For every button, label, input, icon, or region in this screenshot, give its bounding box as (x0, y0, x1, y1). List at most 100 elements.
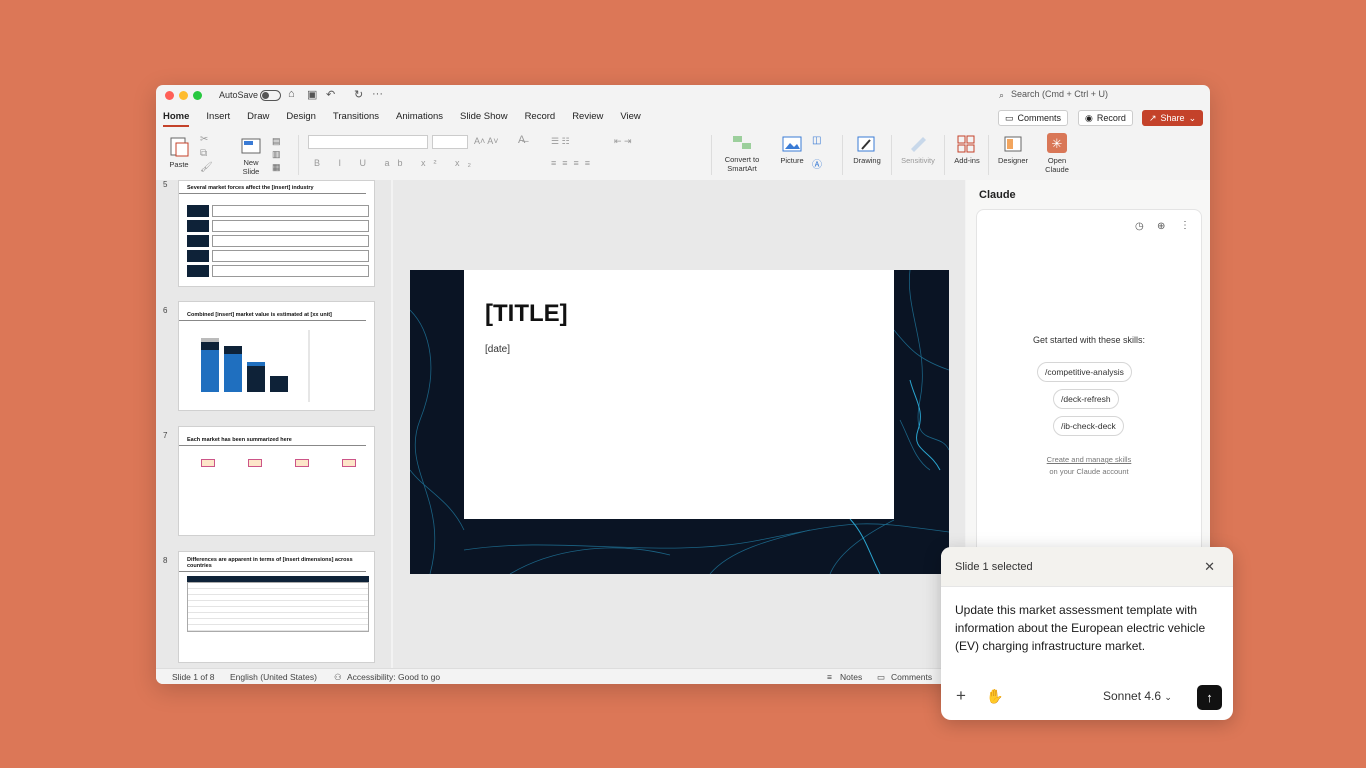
slide-title[interactable]: [TITLE] (485, 300, 568, 328)
designer-button[interactable]: Designer (996, 135, 1030, 165)
tab-design[interactable]: Design (286, 111, 316, 127)
ribbon: Paste ✂ ⧉ 🖌 New Slide ▤ ▥ ▦ A˄ A˅ A̶ B I… (156, 130, 1210, 180)
prompt-input[interactable]: Update this market assessment template w… (955, 601, 1223, 655)
send-button[interactable]: ↑ (1197, 685, 1222, 710)
skill-deck-refresh[interactable]: /deck-refresh (1053, 389, 1119, 409)
redo-icon[interactable]: ↻ (354, 88, 363, 101)
tab-review[interactable]: Review (572, 111, 603, 127)
align-icons[interactable]: ≡≡≡≡ (551, 158, 596, 168)
addins-button[interactable]: Add-ins (951, 135, 983, 165)
notes-button[interactable]: Notes (840, 672, 862, 682)
font-family-select[interactable] (308, 135, 428, 149)
hand-icon[interactable]: ✋ (986, 688, 1003, 705)
history-icon[interactable]: ◷ (1135, 221, 1144, 232)
claude-pane-title: Claude (979, 189, 1016, 201)
tab-transitions[interactable]: Transitions (333, 111, 379, 127)
share-button[interactable]: ↗ Share ⌄ (1142, 110, 1204, 126)
shapes-icon[interactable]: ◫ (812, 135, 821, 146)
slide-title-area[interactable]: [TITLE] [date] (464, 270, 894, 519)
thumbnail-number: 8 (163, 556, 168, 565)
home-icon[interactable]: ⌂ (288, 88, 295, 100)
new-chat-icon[interactable]: ⊕ (1157, 221, 1165, 232)
tab-view[interactable]: View (620, 111, 640, 127)
reset-icon[interactable]: ▥ (272, 149, 281, 160)
slide-thumbnail-panel[interactable]: 5 Several market forces affect the [inse… (156, 180, 391, 668)
thumbnail-title: Each market has been summarized here (179, 427, 366, 446)
autosave-toggle[interactable] (260, 90, 281, 101)
new-slide-label: New Slide (242, 158, 260, 176)
comments-label: Comments (1017, 113, 1062, 123)
search-input[interactable]: Search (Cmd + Ctrl + U) (1011, 89, 1108, 99)
drawing-icon (857, 136, 875, 152)
undo-icon[interactable]: ↶ (326, 88, 335, 101)
skill-competitive-analysis[interactable]: /competitive-analysis (1037, 362, 1132, 382)
tab-animations[interactable]: Animations (396, 111, 443, 127)
slide-thumbnail-6[interactable]: Combined [insert] market value is estima… (178, 301, 375, 411)
sensitivity-label: Sensitivity (901, 156, 935, 165)
open-claude-button[interactable]: ✳ Open Claude (1042, 133, 1072, 174)
share-icon: ↗ (1149, 112, 1157, 123)
picture-button[interactable]: Picture (776, 135, 808, 165)
save-icon[interactable]: ▣ (307, 88, 317, 101)
more-icon[interactable]: ··· (372, 88, 383, 100)
thumbnail-title: Differences are apparent in terms of [in… (179, 552, 366, 572)
font-size-select[interactable] (432, 135, 468, 149)
paste-button[interactable]: Paste (166, 135, 192, 169)
chevron-down-icon: ⌄ (1188, 112, 1197, 123)
tab-slide-show[interactable]: Slide Show (460, 111, 508, 127)
language-indicator[interactable]: English (United States) (230, 672, 317, 682)
claude-prompt-popup: Slide 1 selected ✕ Update this market as… (941, 547, 1233, 720)
selection-label: Slide 1 selected (955, 561, 1033, 573)
slide-date[interactable]: [date] (485, 344, 510, 355)
comment-icon: ▭ (1005, 112, 1014, 123)
text-style-icons[interactable]: B I U ab x² x₂ (314, 158, 479, 168)
slide-canvas[interactable]: [TITLE] [date] (393, 180, 965, 668)
layout-icon[interactable]: ▤ (272, 136, 281, 147)
convert-smartart-button[interactable]: Convert to SmartArt (722, 134, 762, 173)
tab-record[interactable]: Record (525, 111, 556, 127)
minimize-window-button[interactable] (179, 91, 188, 100)
close-icon[interactable]: ✕ (1204, 559, 1215, 575)
section-icon[interactable]: ▦ (272, 162, 281, 173)
autosave-label: AutoSave (219, 90, 259, 100)
tab-draw[interactable]: Draw (247, 111, 269, 127)
sensitivity-button[interactable]: Sensitivity (898, 135, 938, 165)
manage-skills-sub: on your Claude account (1049, 467, 1129, 476)
increase-font-icon[interactable]: A˄ A˅ (474, 136, 499, 146)
designer-label: Designer (997, 156, 1028, 165)
slide-thumbnail-5[interactable]: Several market forces affect the [insert… (178, 180, 375, 287)
cut-icon[interactable]: ✂ (200, 134, 208, 145)
popup-header: Slide 1 selected ✕ (941, 547, 1233, 587)
thumbnail-chart (201, 330, 310, 402)
comments-button[interactable]: ▭ Comments (998, 110, 1069, 126)
model-selector[interactable]: Sonnet 4.6 ⌄ (1103, 689, 1172, 703)
more-options-icon[interactable]: ⋮ (1180, 220, 1190, 231)
thumbnail-number: 7 (163, 431, 168, 440)
textbox-icon[interactable]: Ⓐ (812, 156, 822, 171)
slide-1[interactable]: [TITLE] [date] (410, 270, 949, 574)
share-label: Share (1160, 113, 1185, 123)
bullets-icon[interactable]: ☰ ☷ (551, 136, 570, 147)
clear-format-icon[interactable]: A̶ (518, 134, 525, 146)
drawing-button[interactable]: Drawing (850, 135, 884, 165)
add-icon[interactable]: + (956, 686, 966, 706)
record-label: Record (1096, 113, 1126, 123)
indent-icon[interactable]: ⇤ ⇥ (614, 136, 632, 147)
tab-insert[interactable]: Insert (206, 111, 230, 127)
accessibility-status[interactable]: Accessibility: Good to go (347, 672, 440, 682)
comments-status-icon: ▭ (877, 672, 886, 682)
manage-skills-link[interactable]: Create and manage skills (977, 454, 1201, 466)
search-icon: ⌕ (999, 90, 1005, 100)
comments-status-button[interactable]: Comments (891, 672, 932, 682)
maximize-window-button[interactable] (193, 91, 202, 100)
tab-home[interactable]: Home (163, 111, 190, 127)
manage-skills: Create and manage skills on your Claude … (977, 454, 1201, 478)
copy-icon[interactable]: ⧉ (200, 148, 207, 159)
skill-ib-check-deck[interactable]: /ib-check-deck (1053, 416, 1124, 436)
close-window-button[interactable] (165, 91, 174, 100)
record-button[interactable]: ◉ Record (1078, 110, 1133, 126)
slide-thumbnail-7[interactable]: Each market has been summarized here (178, 426, 375, 536)
new-slide-button[interactable]: New Slide (236, 135, 266, 176)
slide-thumbnail-8[interactable]: Differences are apparent in terms of [in… (178, 551, 375, 663)
format-painter-icon[interactable]: 🖌 (200, 162, 213, 173)
